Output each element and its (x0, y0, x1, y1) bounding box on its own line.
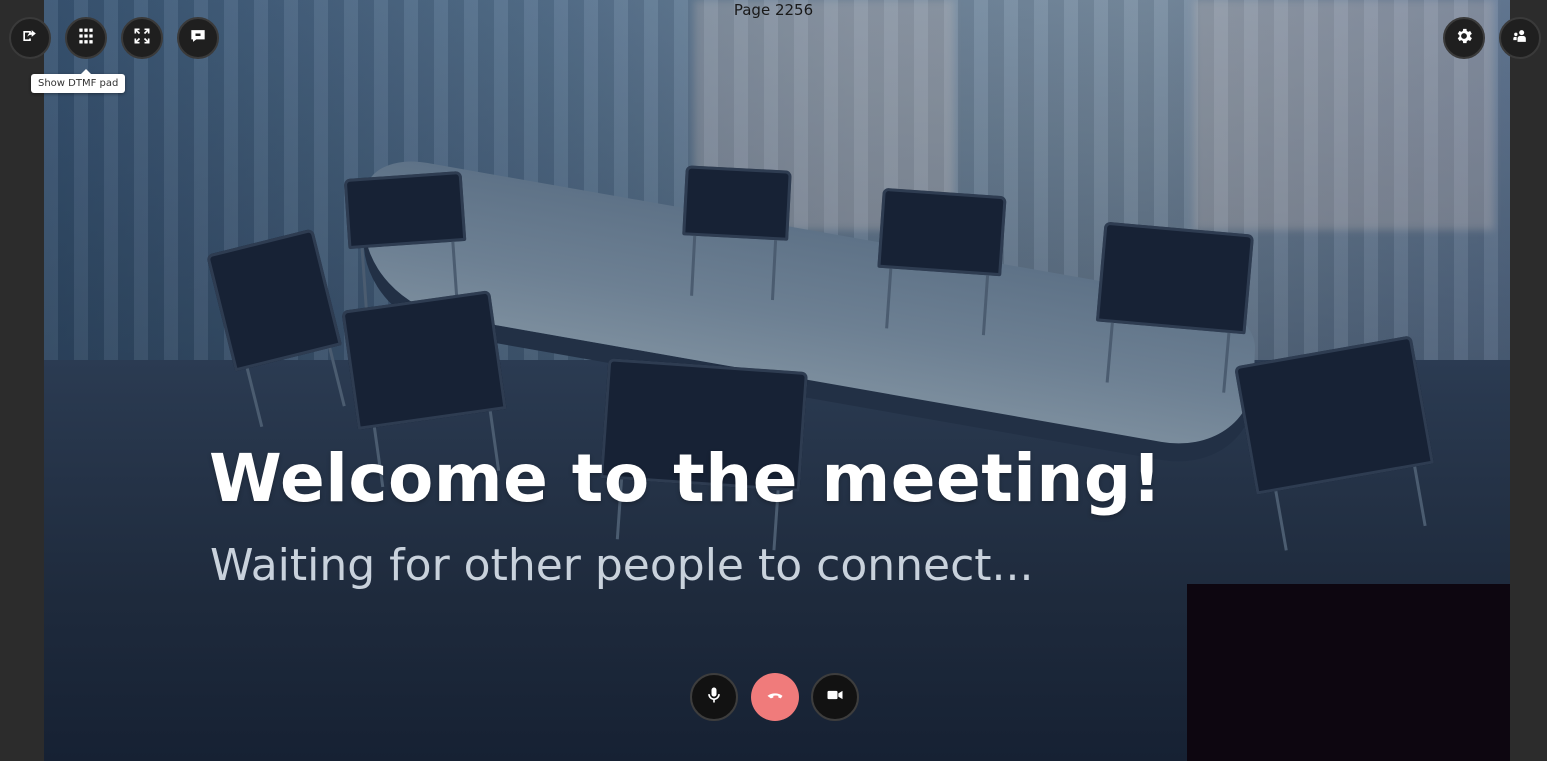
share-screen-button[interactable] (9, 17, 51, 59)
fullscreen-button[interactable] (121, 17, 163, 59)
video-camera-icon (825, 685, 845, 709)
dialpad-icon (76, 26, 96, 50)
gear-icon (1454, 26, 1474, 50)
fullscreen-icon (132, 26, 152, 50)
remote-video-thumbnail[interactable] (1187, 584, 1510, 761)
background-chair (343, 170, 467, 250)
chat-icon (188, 26, 208, 50)
dtmf-tooltip: Show DTMF pad (31, 69, 126, 93)
participants-icon (1510, 26, 1530, 50)
microphone-icon (704, 685, 724, 709)
background-chair (877, 187, 1007, 277)
share-screen-icon (20, 26, 40, 50)
right-gutter (1510, 0, 1547, 761)
chat-button[interactable] (177, 17, 219, 59)
background-chair (682, 165, 792, 241)
settings-button[interactable] (1443, 17, 1485, 59)
background-chair (341, 290, 507, 430)
waiting-message: Waiting for other people to connect... (210, 540, 1034, 591)
microphone-button[interactable] (690, 673, 738, 721)
dtmf-pad-button[interactable] (65, 17, 107, 59)
background-chair (1095, 221, 1255, 335)
hang-up-button[interactable] (751, 673, 799, 721)
page-label: Page 2256 (733, 1, 814, 19)
camera-button[interactable] (811, 673, 859, 721)
participants-button[interactable] (1499, 17, 1541, 59)
left-gutter (0, 0, 44, 761)
welcome-title: Welcome to the meeting! (209, 440, 1163, 517)
hang-up-icon (765, 685, 785, 709)
meeting-background (44, 0, 1510, 761)
